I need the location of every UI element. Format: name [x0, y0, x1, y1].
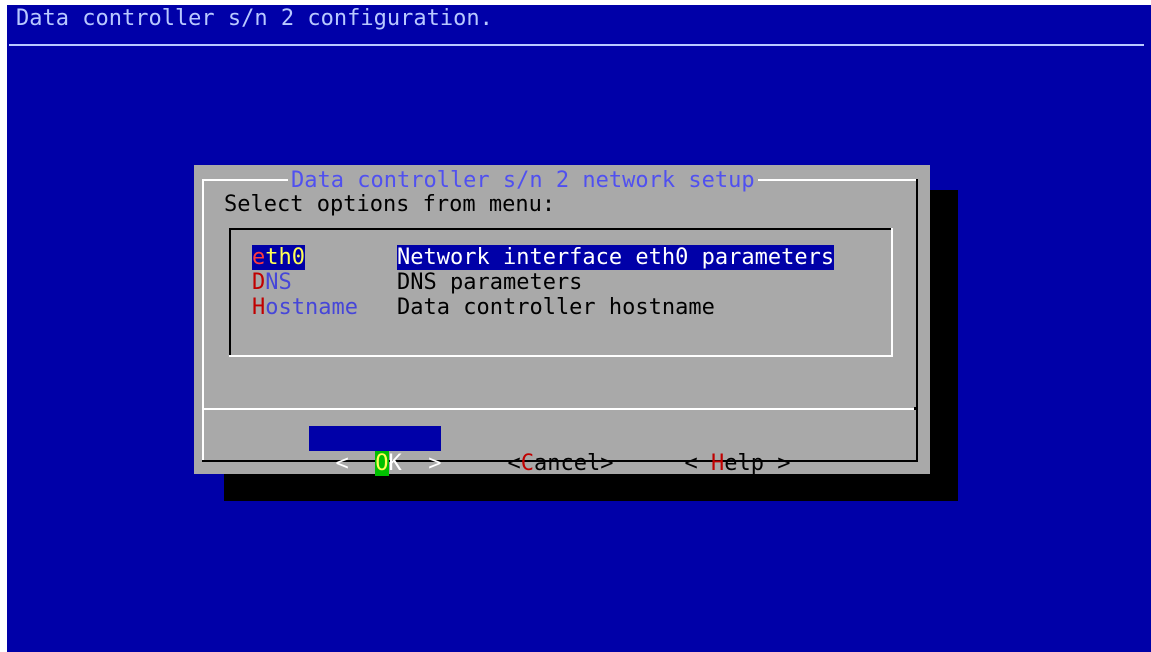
menu-frame-left [229, 228, 231, 357]
dialog-prompt: Select options from menu: [224, 192, 556, 217]
menu-frame-right [891, 228, 893, 357]
dialog-separator [202, 408, 918, 410]
menu-item-description: Data controller hostname [397, 295, 715, 320]
menu-item-description: Network interface eth0 parameters [397, 245, 835, 270]
dialog-title: Data controller s/n 2 network setup [288, 168, 758, 193]
cancel-button[interactable]: <Cancel> [481, 426, 614, 476]
ok-button[interactable]: < OK > [309, 426, 442, 476]
menu-item-description: DNS parameters [397, 270, 583, 295]
dialog-separator-tick [914, 407, 918, 410]
backtitle: Data controller s/n 2 configuration. [16, 6, 493, 31]
menu-frame-top [229, 228, 893, 230]
menu-item-tag: Hostname [252, 295, 358, 320]
dialog-frame-right [916, 179, 918, 462]
menu-item-tag: eth0 [252, 245, 305, 270]
menu-item-tag: DNS [252, 270, 292, 295]
menu-item-dns[interactable]: DNS DNS parameters [252, 270, 872, 295]
help-button[interactable]: < Help > [658, 426, 791, 476]
menu-item-eth0[interactable]: eth0 Network interface eth0 parameters [252, 245, 872, 270]
backtitle-underline [9, 44, 1144, 46]
dialog-frame-left [202, 179, 204, 462]
menu-frame-bottom [229, 355, 893, 357]
menu-item-hostname[interactable]: Hostname Data controller hostname [252, 295, 872, 320]
